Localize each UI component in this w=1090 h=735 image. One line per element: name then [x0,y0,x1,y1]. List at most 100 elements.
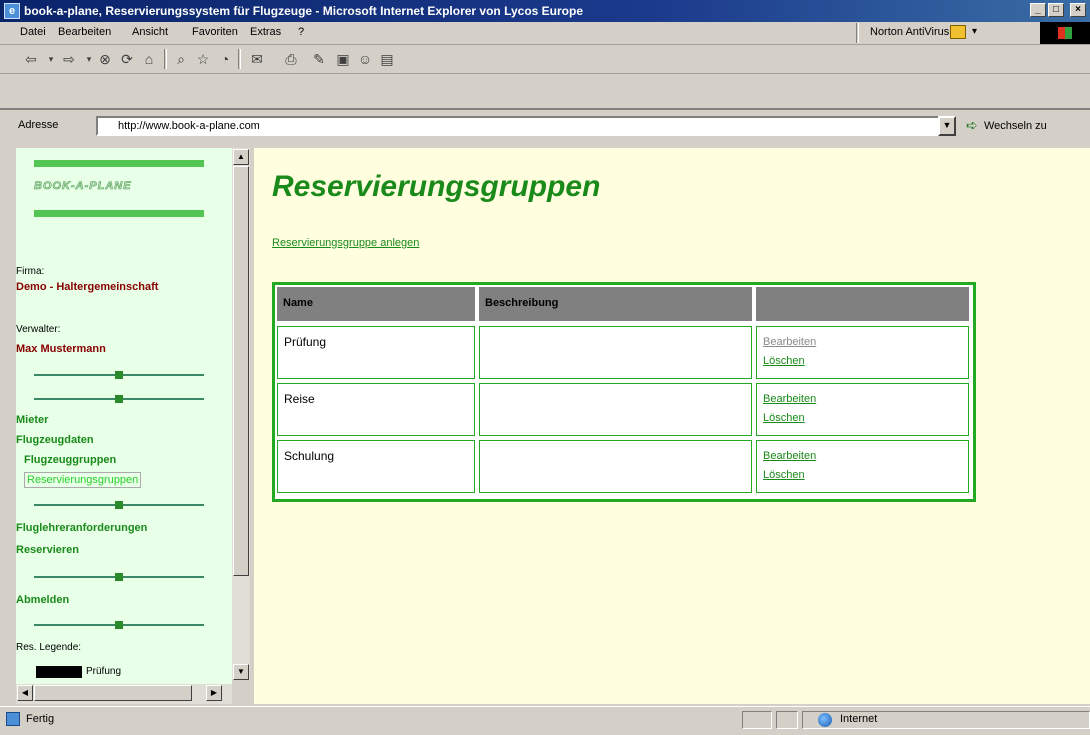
page-icon [6,712,20,726]
create-group-link[interactable]: Reservierungsgruppe anlegen [272,237,419,249]
column-header-label: Beschreibung [485,297,559,309]
firma-value: Demo - Haltergemeinschaft [16,281,159,293]
go-button[interactable]: Wechseln zu [984,120,1047,132]
nav-abmelden[interactable]: Abmelden [16,594,69,606]
globe-icon [818,713,832,727]
separator [34,572,204,582]
separator [34,500,204,510]
window-title: book-a-plane, Reservierungssystem für Fl… [24,4,584,18]
address-url[interactable]: http://www.book-a-plane.com [118,120,260,132]
table-row-cell: Bearbeiten Löschen [756,383,969,436]
sidebar-frame: BOOK-A-PLANE Firma: Demo - Haltergemeins… [16,148,232,704]
menu-favoriten[interactable]: Favoriten [192,26,238,38]
address-dropdown-button[interactable]: ▼ [938,116,956,136]
toolbar-separator [856,23,859,43]
close-button[interactable]: × [1070,3,1086,17]
edit-icon[interactable]: ✎ [310,50,328,68]
chevron-down-icon[interactable]: ▾ [972,26,977,37]
logo-bar [34,210,204,217]
address-bar [0,74,1090,110]
table-row-cell [479,326,752,379]
divider [0,108,1090,109]
table-row-cell [479,383,752,436]
print-icon[interactable]: ⎙ [282,50,300,68]
norton-label[interactable]: Norton AntiVirus [870,26,949,38]
scroll-down-button[interactable]: ▼ [233,664,249,680]
edit-link[interactable]: Bearbeiten [763,447,816,465]
menu-ansicht[interactable]: Ansicht [132,26,168,38]
forward-icon[interactable]: ⇨ [60,50,78,68]
status-panel [742,711,772,729]
delete-link[interactable]: Löschen [763,466,805,484]
page-icon[interactable]: ▤ [378,50,396,68]
windows-logo [1040,22,1090,44]
favorites-icon[interactable]: ☆ [194,50,212,68]
toolbar-separator [164,49,167,69]
menu-help[interactable]: ? [298,26,304,38]
nav-reservierungsgruppen[interactable]: Reservierungsgruppen [24,472,142,488]
legend-swatch [36,666,82,678]
nav-flugzeugdaten[interactable]: Flugzeugdaten [16,434,94,446]
column-header-actions [756,287,969,321]
delete-link[interactable]: Löschen [763,409,805,427]
logo-bar [34,160,204,167]
legend-label: Res. Legende: [16,642,82,653]
verwalter-label: Verwalter: [16,324,61,335]
table-row-cell [479,440,752,493]
minimize-button[interactable]: _ [1030,3,1046,17]
history-icon[interactable]: ◔ [216,50,234,68]
ie-icon: e [4,3,20,19]
nav-reservieren[interactable]: Reservieren [16,544,79,556]
frame-border [0,148,16,704]
column-header-description: Beschreibung [479,287,752,321]
logo: BOOK-A-PLANE [34,180,132,193]
scrollbar-thumb[interactable] [233,166,249,576]
stop-icon[interactable]: ⊗ [96,50,114,68]
page-title: Reservierungsgruppen [272,170,601,203]
scroll-left-button[interactable]: ◀ [17,685,33,701]
status-text: Fertig [26,713,55,725]
toolbar-separator [238,49,241,69]
edit-link[interactable]: Bearbeiten [763,333,816,351]
edit-link[interactable]: Bearbeiten [763,390,816,408]
search-icon[interactable]: ⌕ [172,50,190,68]
table-row-cell: Bearbeiten Löschen [756,440,969,493]
status-panel [776,711,798,729]
home-icon[interactable]: ⌂ [140,50,158,68]
title-bar: e book-a-plane, Reservierungssystem für … [0,0,1090,22]
separator [34,620,204,630]
address-label: Adresse [18,119,59,131]
nav-fluglehreranforderungen[interactable]: Fluglehreranforderungen [16,522,147,534]
menu-datei[interactable]: Datei [20,26,46,38]
back-icon[interactable]: ⇦ [22,50,40,68]
table-row-cell: Schulung [277,440,475,493]
delete-link[interactable]: Löschen [763,352,805,370]
scroll-right-button[interactable]: ▶ [206,685,222,701]
mail-icon[interactable]: ✉ [248,50,266,68]
row-name: Reise [284,392,315,406]
scroll-up-button[interactable]: ▲ [233,149,249,165]
messenger-icon[interactable]: ☺ [356,50,374,68]
windows-flag-icon [1058,27,1072,39]
back-dropdown-icon[interactable]: ▾ [42,50,60,68]
maximize-button[interactable]: □ [1048,3,1064,17]
firma-label: Firma: [16,266,45,277]
zone-text: Internet [840,713,878,725]
nav-flugzeuggruppen[interactable]: Flugzeuggruppen [24,454,116,466]
table-row-cell: Bearbeiten Löschen [756,326,969,379]
column-header-name: Name [277,287,475,321]
go-icon[interactable]: ➪ [966,117,978,134]
legend-item: Prüfung [86,666,122,677]
table-row-cell: Prüfung [277,326,475,379]
nav-mieter[interactable]: Mieter [16,414,48,426]
separator [34,370,204,380]
menu-extras[interactable]: Extras [250,26,281,38]
refresh-icon[interactable]: ⟳ [118,50,136,68]
row-name: Prüfung [284,335,327,349]
norton-icon[interactable] [950,25,966,39]
scrollbar-thumb[interactable] [34,685,192,701]
discuss-icon[interactable]: ▣ [334,50,352,68]
scrollbar-corner [232,684,250,704]
separator [34,394,204,404]
menu-bearbeiten[interactable]: Bearbeiten [58,26,111,38]
